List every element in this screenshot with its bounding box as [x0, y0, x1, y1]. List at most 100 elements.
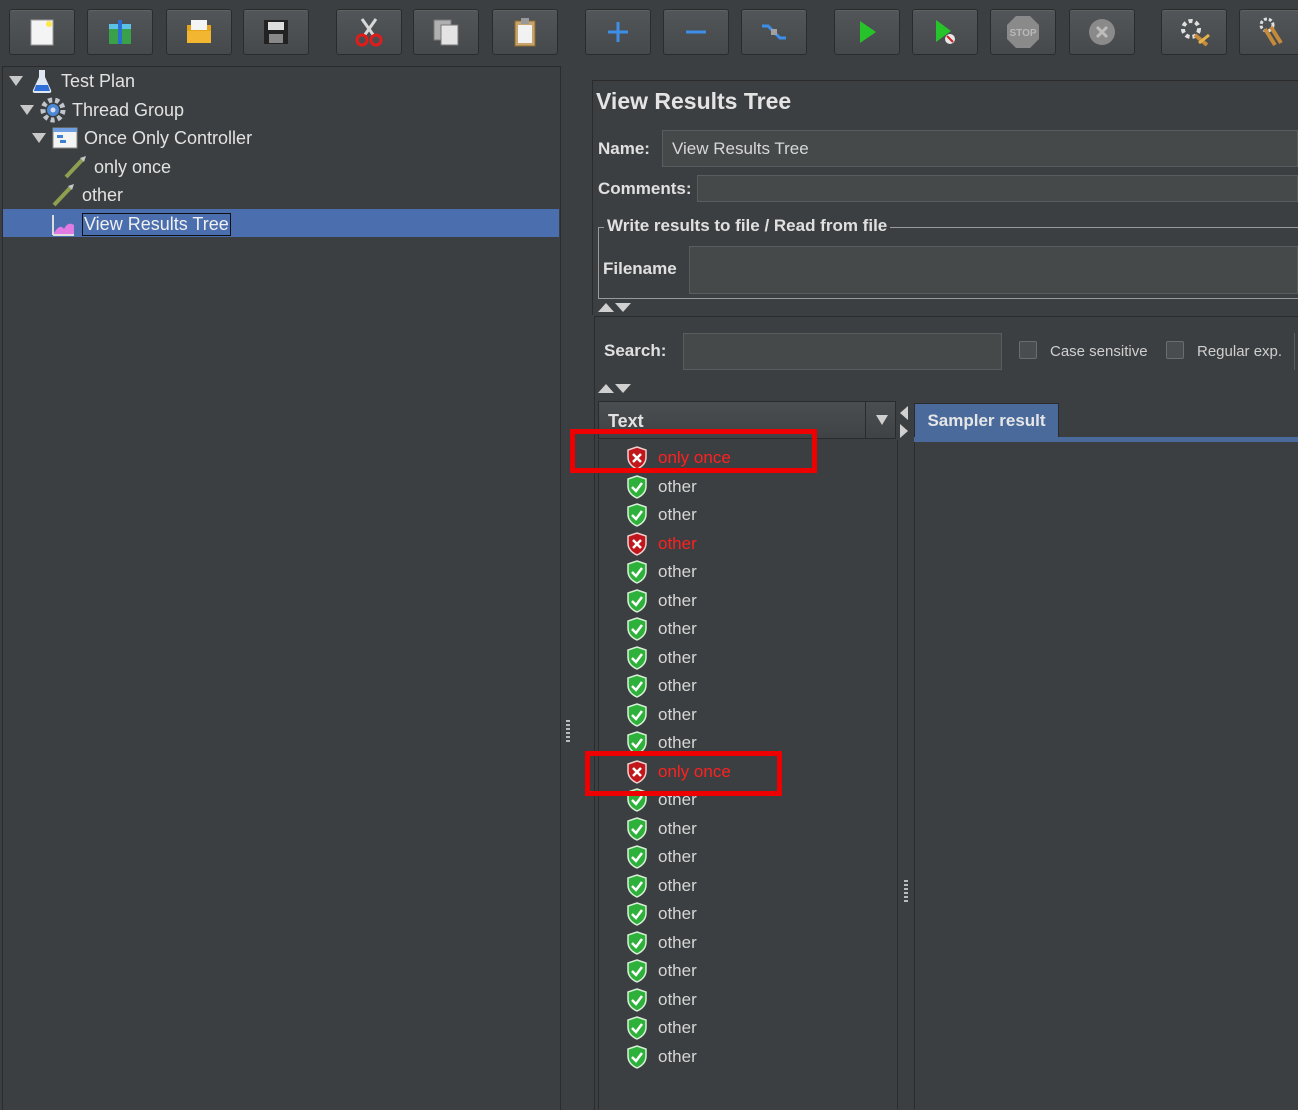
listener-chart-icon [50, 211, 76, 237]
collapse-up-icon[interactable] [598, 384, 614, 393]
split-arrows[interactable] [898, 404, 910, 445]
result-row[interactable]: other [626, 843, 697, 871]
copy-button[interactable] [413, 9, 479, 55]
tab-sampler-result[interactable]: Sampler result [914, 403, 1059, 438]
filename-field[interactable] [689, 246, 1298, 294]
expand-arrow-icon[interactable] [32, 133, 46, 143]
success-shield-icon [626, 987, 648, 1012]
collapse-down-icon[interactable] [615, 384, 631, 393]
splitter-grip-icon[interactable] [566, 720, 570, 744]
result-label: other [658, 562, 697, 581]
save-button[interactable] [243, 9, 309, 55]
regex-label: Regular exp. [1197, 343, 1283, 360]
expand-arrow-icon[interactable] [9, 76, 23, 86]
tree-item-thread-group[interactable]: Thread Group [20, 96, 184, 124]
tree-item-label: other [82, 184, 124, 205]
result-row[interactable]: other [626, 501, 697, 529]
result-row[interactable]: other [626, 929, 697, 957]
expand-all-button[interactable] [585, 9, 651, 55]
templates-button[interactable] [87, 9, 153, 55]
tree-item-view-results-tree[interactable]: View Results Tree [50, 210, 231, 238]
tree-item-only-once[interactable]: only once [62, 153, 171, 181]
clear-button[interactable] [1161, 9, 1227, 55]
toolbar: STOP [0, 0, 1298, 62]
result-row[interactable]: other [626, 587, 697, 615]
result-row[interactable]: other [626, 1043, 697, 1071]
collapse-toggle-2[interactable] [598, 384, 631, 393]
page-title: View Results Tree [596, 88, 792, 114]
start-no-pauses-button[interactable] [912, 9, 978, 55]
search-input[interactable] [683, 333, 1002, 370]
result-row[interactable]: other [626, 530, 697, 558]
result-row[interactable]: other [626, 473, 697, 501]
search-label: Search: [604, 341, 667, 360]
open-button[interactable] [166, 9, 232, 55]
result-label: other [658, 704, 697, 724]
clear-icon [1181, 19, 1210, 47]
toggle-icon [762, 24, 786, 40]
collapse-toggle[interactable] [598, 303, 631, 312]
shutdown-icon [1089, 19, 1115, 45]
new-button[interactable] [9, 9, 75, 55]
result-row[interactable]: other [626, 644, 697, 672]
success-shield-icon [626, 617, 648, 641]
start-icon [860, 21, 876, 43]
clear-all-button[interactable] [1239, 9, 1298, 55]
result-label: other [658, 505, 697, 524]
expand-arrow-icon[interactable] [20, 105, 34, 115]
success-shield-icon [626, 902, 648, 926]
result-row[interactable]: other [626, 957, 697, 985]
regex-checkbox[interactable] [1166, 341, 1184, 359]
success-shield-icon [626, 560, 648, 584]
tree-item-once-only-controller[interactable]: Once Only Controller [32, 124, 252, 152]
case-sensitive-label: Case sensitive [1050, 343, 1148, 360]
result-row[interactable]: other [626, 558, 697, 586]
result-row[interactable]: other [626, 872, 697, 900]
stop-button[interactable]: STOP [990, 9, 1056, 55]
tree-item-test-plan[interactable]: Test Plan [9, 67, 135, 95]
result-row[interactable]: other [626, 900, 697, 928]
svg-text:STOP: STOP [1009, 28, 1036, 39]
result-label: other [658, 932, 697, 952]
name-field[interactable]: View Results Tree [662, 130, 1298, 167]
success-shield-icon [626, 674, 648, 698]
toggle-button[interactable] [741, 9, 807, 55]
fieldset-legend: Write results to file / Read from file [604, 216, 891, 236]
copy-icon [433, 19, 459, 46]
result-label: other [658, 847, 697, 866]
success-shield-icon [626, 702, 648, 727]
result-row[interactable]: other [626, 986, 697, 1014]
collapse-all-button[interactable] [663, 9, 729, 55]
result-row[interactable]: other [626, 701, 697, 729]
split-arrows-icon[interactable] [898, 404, 910, 440]
cut-button[interactable] [336, 9, 402, 55]
case-sensitive-checkbox[interactable] [1019, 341, 1037, 359]
expand-icon [608, 22, 628, 42]
tree-item-other[interactable]: other [50, 181, 123, 209]
sampler-pipette-icon [62, 154, 88, 180]
paste-button[interactable] [492, 9, 558, 55]
result-row[interactable]: other [626, 672, 697, 700]
new-icon [30, 19, 54, 46]
success-shield-icon [626, 645, 648, 670]
result-row[interactable]: other [626, 615, 697, 643]
start-button[interactable] [834, 9, 900, 55]
shutdown-button[interactable] [1069, 9, 1135, 55]
splitter-grip-icon[interactable] [904, 880, 908, 904]
success-shield-icon [626, 816, 648, 841]
comments-field[interactable] [697, 175, 1298, 202]
chevron-down-icon[interactable] [865, 402, 897, 438]
collapse-up-icon[interactable] [598, 303, 614, 312]
result-row[interactable]: other [626, 1014, 697, 1042]
result-row[interactable]: other [626, 815, 697, 843]
open-icon [187, 20, 211, 43]
tree-item-label: Test Plan [61, 70, 136, 91]
tree-item-label: only once [94, 156, 172, 177]
search-button-edge[interactable] [1294, 333, 1298, 370]
collapse-down-icon[interactable] [615, 303, 631, 312]
collapse-icon [686, 30, 706, 34]
result-label: other [658, 676, 697, 695]
templates-icon [109, 20, 131, 44]
vertical-splitter[interactable] [561, 66, 573, 1109]
success-shield-icon [626, 845, 648, 869]
